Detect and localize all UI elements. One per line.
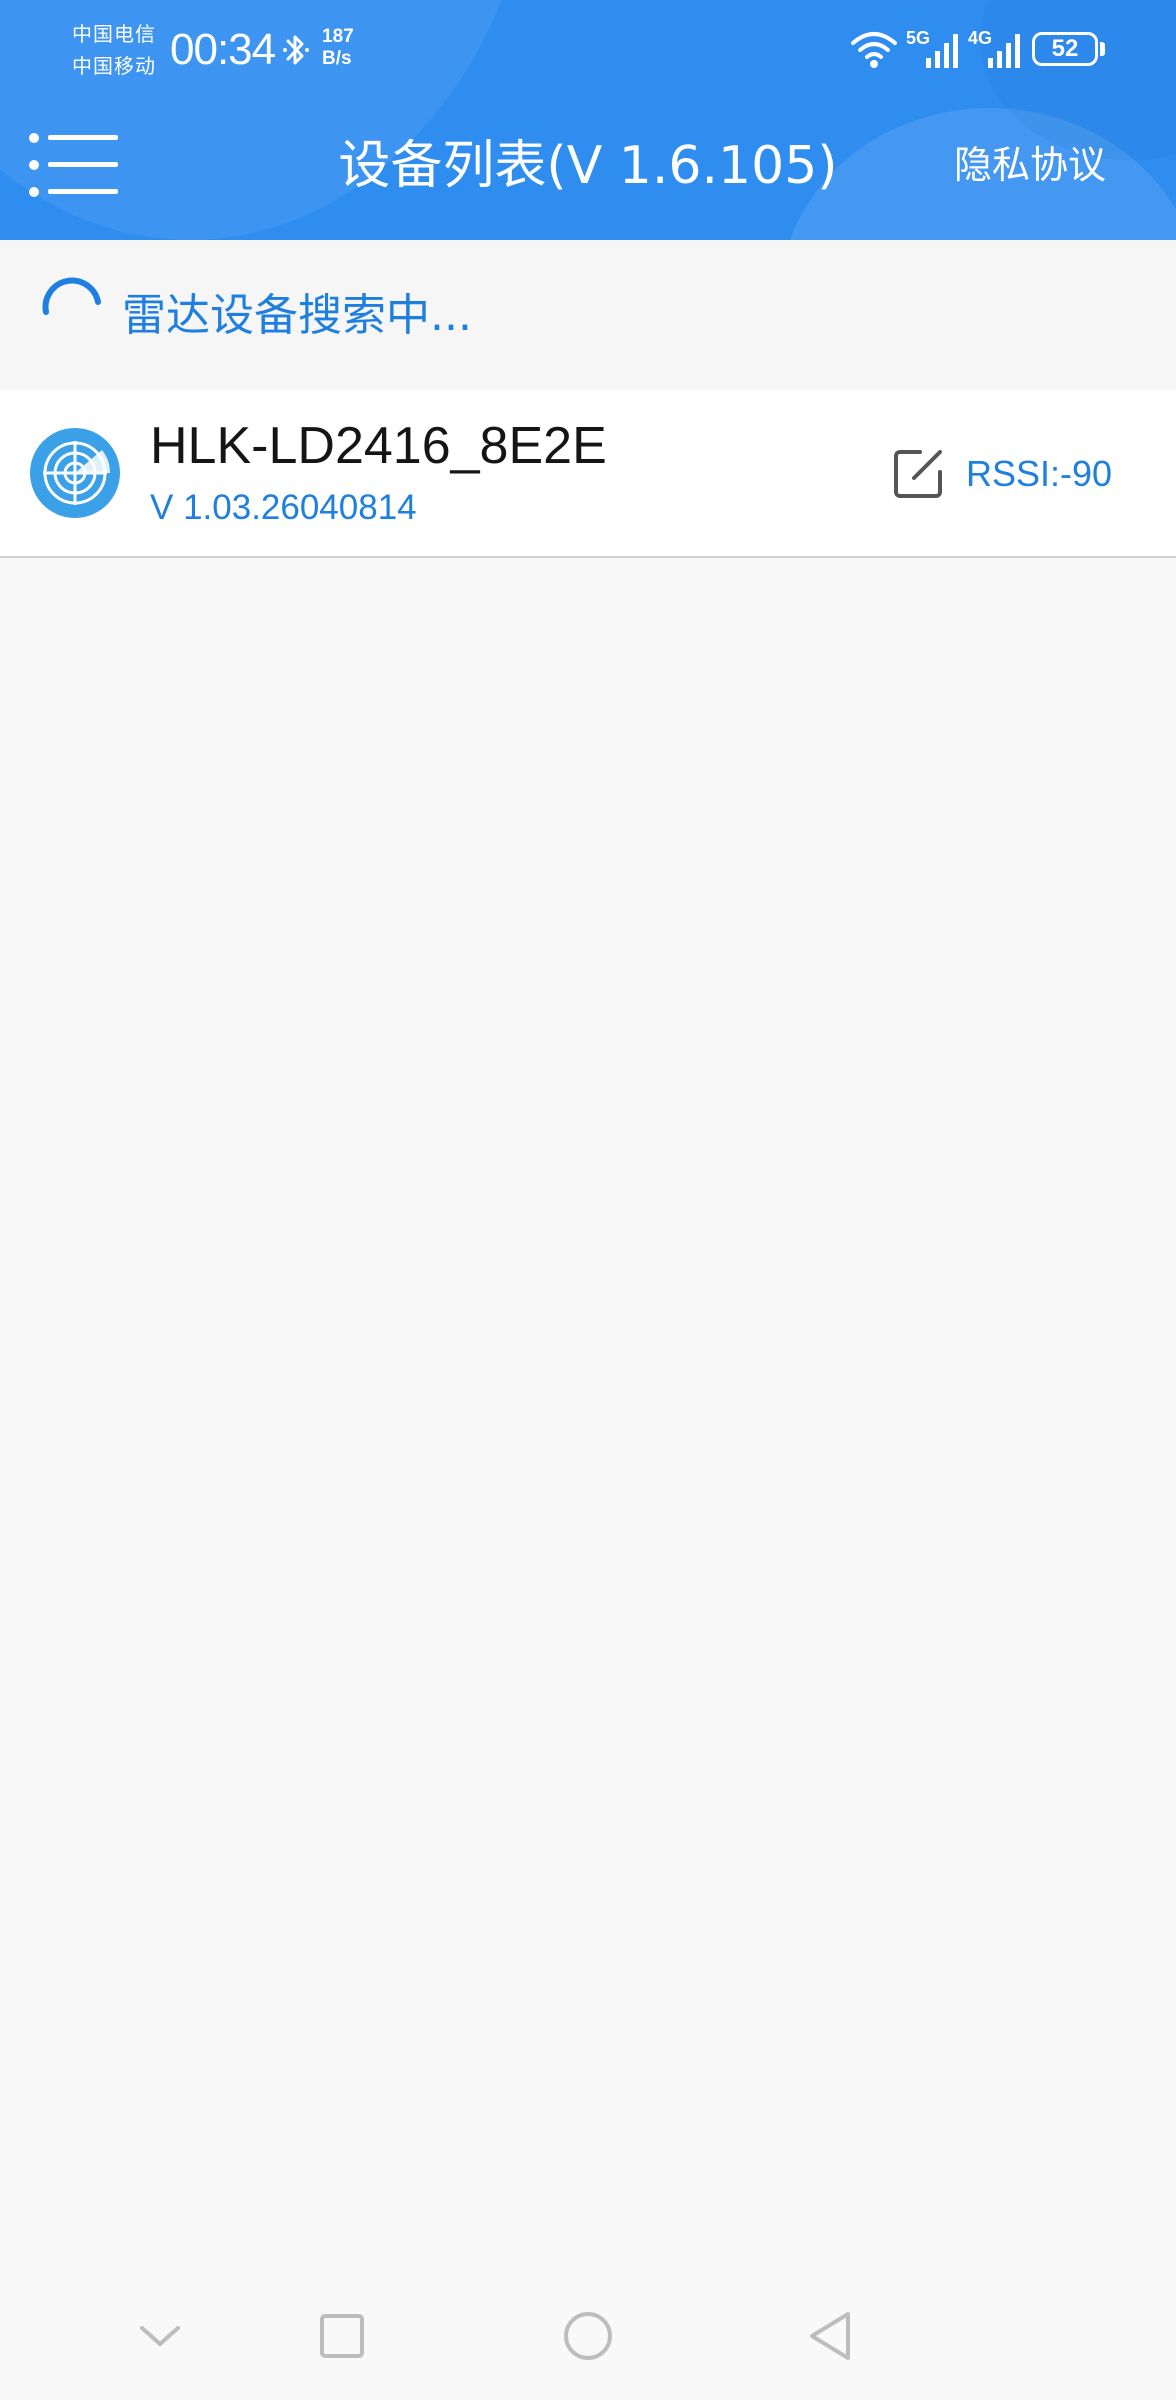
device-rssi: RSSI:-90 [966,453,1113,494]
signal-bars-icon [988,34,1020,68]
system-navigation-bar [0,2270,1176,2400]
device-list-item[interactable]: HLK-LD2416_8E2E V 1.03.26040814 RSSI:-90 [0,390,1176,558]
back-triangle-icon[interactable] [792,2296,872,2376]
network-speed-unit: B/s [322,48,352,69]
list-menu-icon[interactable] [26,130,122,200]
signal-bars-icon [926,34,958,68]
loading-spinner-icon [42,277,101,315]
network-speed: 187 B/s [322,26,354,70]
scan-status-text: 雷达设备搜索中... [122,290,472,341]
battery-icon: 52 [1032,32,1098,66]
wifi-icon [851,32,897,68]
signal-5g: 5G [906,26,962,70]
app-header: 中国电信 中国移动 00:34 187 B/s 5G 4G 52 设备列表(V … [0,0,1176,240]
home-circle-icon[interactable] [548,2296,628,2376]
recents-square-icon[interactable] [302,2296,382,2376]
battery-level: 52 [1051,35,1079,62]
device-version: V 1.03.26040814 [150,488,417,527]
chevron-down-icon[interactable] [120,2296,200,2376]
title-bar: 设备列表(V 1.6.105) 隐私协议 [0,100,1176,240]
status-bar: 中国电信 中国移动 00:34 187 B/s 5G 4G 52 [0,0,1176,100]
scan-status-row: 雷达设备搜索中... [0,240,1176,390]
device-name: HLK-LD2416_8E2E [150,417,607,475]
bluetooth-icon [283,35,309,65]
page-title: 设备列表(V 1.6.105) [338,136,838,196]
privacy-policy-button[interactable]: 隐私协议 [930,138,1130,192]
carrier-info: 中国电信 中国移动 [72,18,156,82]
radar-icon [30,428,120,518]
carrier-2: 中国移动 [72,54,156,78]
signal-4g: 4G [968,26,1024,70]
carrier-1: 中国电信 [72,22,156,46]
edit-icon[interactable] [892,446,946,500]
status-time: 00:34 [170,25,276,74]
battery-tip [1100,42,1105,56]
network-speed-value: 187 [322,26,354,47]
